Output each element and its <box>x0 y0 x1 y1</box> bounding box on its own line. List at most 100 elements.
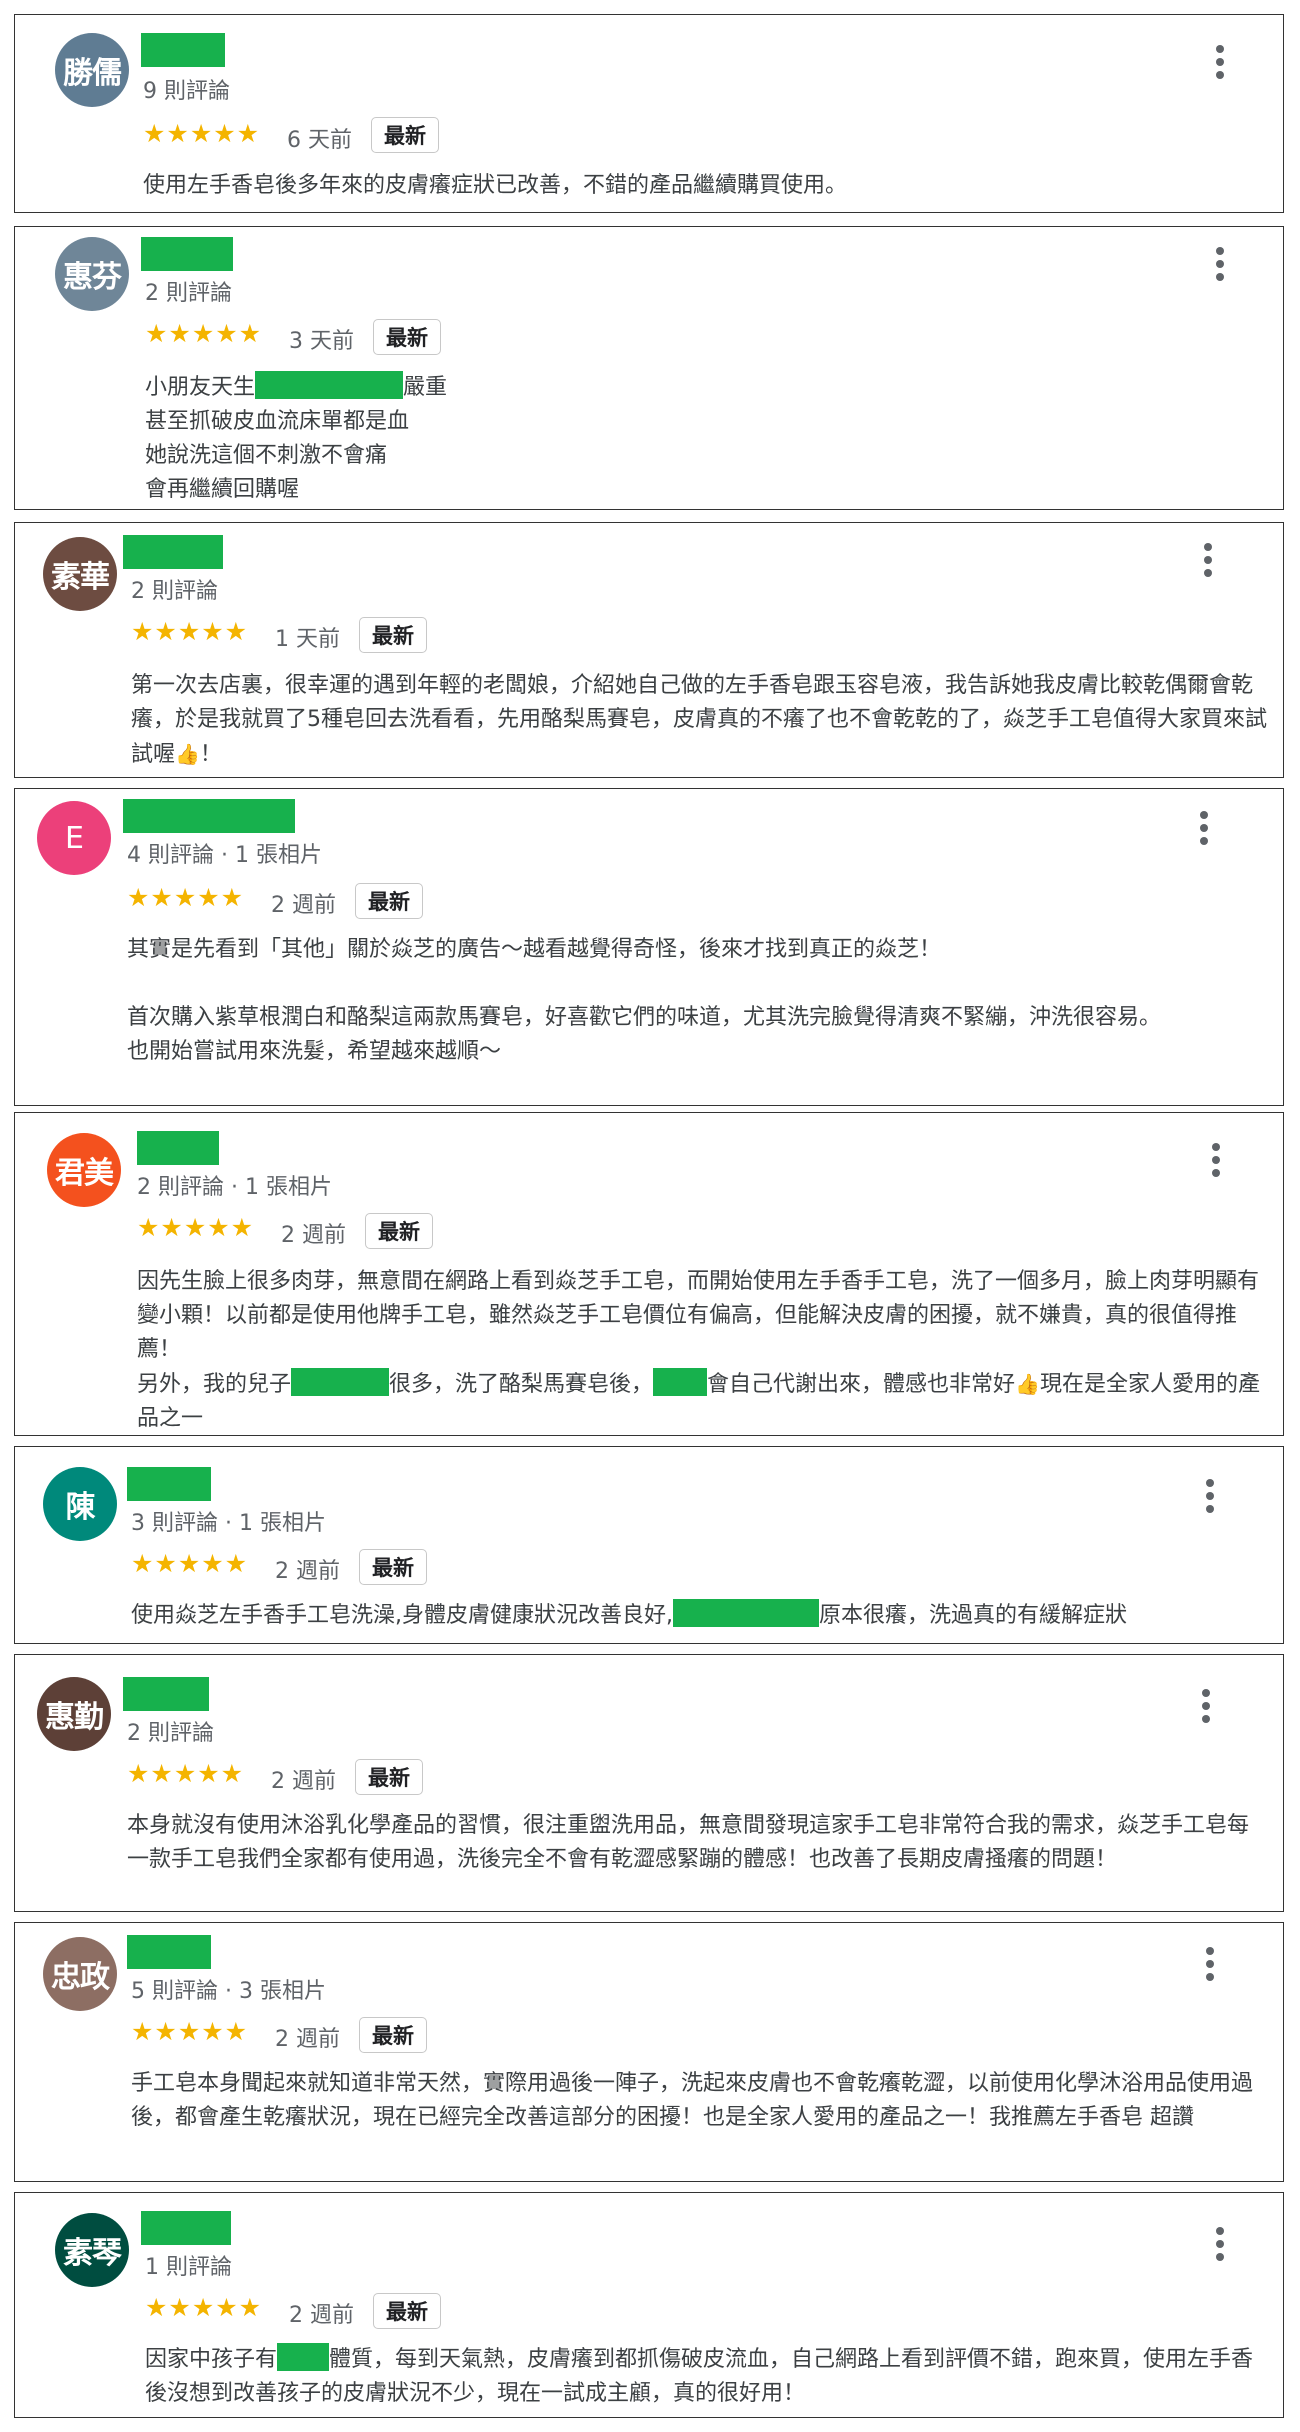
review-paragraph: 首次購入紫草根潤白和酪梨這兩款馬賽皂，好喜歡它們的味道，尤其洗完臉覺得清爽不緊繃… <box>127 1005 1162 1030</box>
review-text: 使用左手香皂後多年來的皮膚癢症狀已改善，不錯的產品繼續購買使用。 <box>143 169 1293 203</box>
reviewer-name-redacted[interactable] <box>123 1677 209 1711</box>
star-rating: ★★★★★ <box>145 319 263 348</box>
review-text: 第一次去店裏，很幸運的遇到年輕的老闆娘，介紹她自己做的左手香皂跟玉容皂液，我告訴… <box>131 669 1271 772</box>
redacted-text <box>291 1368 390 1396</box>
new-badge: 最新 <box>365 1213 433 1249</box>
review-paragraph: 本身就沒有使用沐浴乳化學產品的習慣，很注重盥洗用品，無意間發現這家手工皂非常符合… <box>127 1813 1250 1872</box>
star-rating: ★★★★★ <box>145 2293 263 2322</box>
review-paragraph: 因先生臉上很多肉芽，無意間在網路上看到焱芝手工皂，而開始使用左手香手工皂，洗了一… <box>137 1269 1260 1362</box>
review-card: 惠勤 2 則評論 ★★★★★ 2 週前 最新 本身就沒有使用沐浴乳化學產品的習慣… <box>14 1654 1284 1912</box>
review-paragraph: 其實是先看到「其他」關於焱芝的廣告～越看越覺得奇怪，後來才找到真正的焱芝！ <box>127 937 942 962</box>
reviewer-name-redacted[interactable] <box>141 2211 231 2245</box>
reviewer-name-redacted[interactable] <box>123 535 223 569</box>
reviewer-name-redacted[interactable] <box>137 1131 219 1165</box>
more-vert-icon[interactable] <box>1205 1479 1215 1513</box>
star-rating: ★★★★★ <box>131 617 249 646</box>
review-text: 手工皂本身聞起來就知道非常天然，實際用過後一陣子，洗起來皮膚也不會乾癢乾澀，以前… <box>131 2067 1271 2135</box>
review-date: 3 天前 <box>289 329 354 354</box>
reviewer-meta: 4 則評論 · 1 張相片 <box>127 843 322 868</box>
reviewer-meta: 2 則評論 <box>145 281 232 306</box>
review-paragraph: 手工皂本身聞起來就知道非常天然，實際用過後一陣子，洗起來皮膚也不會乾癢乾澀，以前… <box>131 2071 1254 2130</box>
review-card: 忠政 5 則評論 · 3 張相片 ★★★★★ 2 週前 最新 手工皂本身聞起來就… <box>14 1922 1284 2182</box>
avatar[interactable]: 惠芬 <box>55 237 129 311</box>
avatar[interactable]: E <box>37 801 111 875</box>
review-date: 2 週前 <box>275 2027 340 2052</box>
review-paragraph: 會再繼續回購喔 <box>145 477 300 502</box>
review-text: 本身就沒有使用沐浴乳化學產品的習慣，很注重盥洗用品，無意間發現這家手工皂非常符合… <box>127 1809 1267 1877</box>
review-text: 因家中孩子有 體質，每到天氣熱，皮膚癢到都抓傷破皮流血，自己網路上看到評價不錯，跑… <box>145 2343 1269 2411</box>
review-date: 1 天前 <box>275 627 340 652</box>
new-badge: 最新 <box>355 1759 423 1795</box>
star-rating: ★★★★★ <box>143 119 261 148</box>
review-date: 6 天前 <box>287 128 352 153</box>
review-card: 素琴 1 則評論 ★★★★★ 2 週前 最新 因家中孩子有 體質，每到天氣熱，皮膚… <box>14 2192 1284 2418</box>
review-paragraph: 使用焱芝左手香手工皂洗澡,身體皮膚健康狀況改善良好, 原本很癢，洗過真的有緩解症狀 <box>131 1599 1271 1633</box>
review-date: 2 週前 <box>281 1223 346 1248</box>
reviewer-meta: 2 則評論 <box>131 579 218 604</box>
review-card: 勝儒 9 則評論 ★★★★★ 6 天前 最新 使用左手香皂後多年來的皮膚癢症狀已… <box>14 14 1284 213</box>
new-badge: 最新 <box>373 2293 441 2329</box>
redacted-text <box>277 2343 330 2371</box>
review-text: 其實是先看到「其他」關於焱芝的廣告～越看越覺得奇怪，後來才找到真正的焱芝！ 首次… <box>127 933 1267 1069</box>
review-date: 2 週前 <box>271 1769 336 1794</box>
reviewer-meta: 5 則評論 · 3 張相片 <box>131 1979 326 2004</box>
reviewer-meta: 1 則評論 <box>145 2255 232 2280</box>
review-card: 素華 2 則評論 ★★★★★ 1 天前 最新 第一次去店裏，很幸運的遇到年輕的老… <box>14 522 1284 778</box>
review-paragraph: 甚至抓破皮血流床單都是血 <box>145 409 410 434</box>
more-vert-icon[interactable] <box>1203 543 1213 577</box>
reviewer-name-redacted[interactable] <box>141 33 225 67</box>
more-vert-icon[interactable] <box>1215 45 1225 79</box>
review-card: 惠芬 2 則評論 ★★★★★ 3 天前 最新 小朋友天生 嚴重 甚至抓破皮血流床單… <box>14 226 1284 510</box>
reviewer-name-redacted[interactable] <box>127 1935 211 1969</box>
star-rating: ★★★★★ <box>131 2017 249 2046</box>
reviewer-meta: 2 則評論 <box>127 1721 214 1746</box>
more-vert-icon[interactable] <box>1199 811 1209 845</box>
reviewer-meta: 3 則評論 · 1 張相片 <box>131 1511 326 1536</box>
review-card: 君美 2 則評論 · 1 張相片 ★★★★★ 2 週前 最新 因先生臉上很多肉芽… <box>14 1112 1284 1436</box>
reviewer-name-redacted[interactable] <box>127 1467 211 1501</box>
more-vert-icon[interactable] <box>1211 1143 1221 1177</box>
review-card: E 4 則評論 · 1 張相片 ★★★★★ 2 週前 最新 其實是先看到「其他」… <box>14 788 1284 1106</box>
reviewer-name-redacted[interactable] <box>123 799 295 833</box>
review-paragraph: 第一次去店裏，很幸運的遇到年輕的老闆娘，介紹她自己做的左手香皂跟玉容皂液，我告訴… <box>131 673 1268 767</box>
star-rating: ★★★★★ <box>137 1213 255 1242</box>
thumbs-up-icon: 👍 <box>175 742 200 766</box>
avatar[interactable]: 勝儒 <box>55 33 129 107</box>
reviewer-meta: 9 則評論 <box>143 79 230 104</box>
review-text: 小朋友天生 嚴重 甚至抓破皮血流床單都是血 她說洗這個不刺激不會痛 會再繼續回購喔 <box>145 371 1295 507</box>
reviewer-name-redacted[interactable] <box>141 237 233 271</box>
reviewer-meta: 2 則評論 · 1 張相片 <box>137 1175 332 1200</box>
review-paragraph: 她說洗這個不刺激不會痛 <box>145 443 388 468</box>
avatar[interactable]: 素華 <box>43 537 117 611</box>
redacted-text <box>653 1368 708 1396</box>
review-date: 2 週前 <box>275 1559 340 1584</box>
new-badge: 最新 <box>359 2017 427 2053</box>
review-paragraph <box>127 967 1267 1001</box>
redacted-text <box>255 371 404 399</box>
new-badge: 最新 <box>359 1549 427 1585</box>
avatar[interactable]: 陳 <box>43 1467 117 1541</box>
more-vert-icon[interactable] <box>1205 1947 1215 1981</box>
review-paragraph: 因家中孩子有 體質，每到天氣熱，皮膚癢到都抓傷破皮流血，自己網路上看到評價不錯，跑… <box>145 2343 1269 2411</box>
review-paragraph: 也開始嘗試用來洗髮，希望越來越順～ <box>127 1039 502 1064</box>
review-date: 2 週前 <box>289 2303 354 2328</box>
more-vert-icon[interactable] <box>1215 247 1225 281</box>
star-rating: ★★★★★ <box>131 1549 249 1578</box>
avatar[interactable]: 忠政 <box>43 1937 117 2011</box>
review-paragraph: 小朋友天生 嚴重 <box>145 371 1295 405</box>
star-rating: ★★★★★ <box>127 1759 245 1788</box>
star-rating: ★★★★★ <box>127 883 245 912</box>
review-card: 陳 3 則評論 · 1 張相片 ★★★★★ 2 週前 最新 使用焱芝左手香手工皂… <box>14 1446 1284 1644</box>
avatar[interactable]: 素琴 <box>55 2213 129 2287</box>
review-date: 2 週前 <box>271 893 336 918</box>
avatar[interactable]: 君美 <box>47 1133 121 1207</box>
new-badge: 最新 <box>371 117 439 153</box>
thumbs-up-icon: 👍 <box>1015 1372 1040 1396</box>
review-paragraph: 另外，我的兒子 很多，洗了酪梨馬賽皂後， 會自己代謝出來，體感也非常好👍現在是全家人… <box>137 1367 1277 1436</box>
new-badge: 最新 <box>373 319 441 355</box>
more-vert-icon[interactable] <box>1215 2227 1225 2261</box>
avatar[interactable]: 惠勤 <box>37 1677 111 1751</box>
more-vert-icon[interactable] <box>1201 1689 1211 1723</box>
review-text: 使用焱芝左手香手工皂洗澡,身體皮膚健康狀況改善良好, 原本很癢，洗過真的有緩解症狀 <box>131 1599 1271 1633</box>
review-text: 因先生臉上很多肉芽，無意間在網路上看到焱芝手工皂，而開始使用左手香手工皂，洗了一… <box>137 1265 1277 1436</box>
